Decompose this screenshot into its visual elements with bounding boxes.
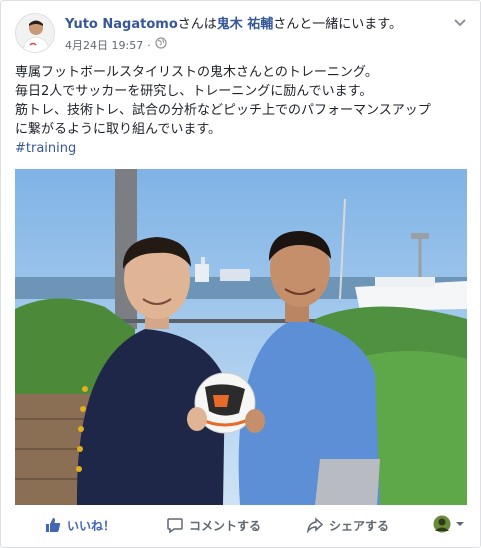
with-suffix: さんと一緒にいます。 — [273, 17, 402, 32]
body-line: に繋がるように取り組んでいます。 — [15, 122, 222, 137]
post-card: Yuto Nagatomoさんは鬼木 祐輔さんと一緒にいます。 4月24日 19… — [0, 0, 481, 548]
with-prefix: さんは — [177, 17, 217, 32]
chevron-down-icon — [456, 522, 464, 526]
share-label: シェアする — [329, 518, 390, 533]
share-icon — [307, 517, 323, 533]
action-bar: いいね！ コメントする シェアする — [15, 509, 470, 541]
post-meta: 4月24日 19:57 · — [65, 37, 167, 54]
body-line: 筋トレ、技術トレ、試合の分析などピッチ上でのパフォーマンスアップ — [15, 103, 431, 118]
author-name[interactable]: Yuto Nagatomo — [65, 17, 178, 32]
thumbs-up-icon — [46, 518, 61, 532]
avatar[interactable] — [15, 13, 55, 53]
post-timestamp[interactable]: 4月24日 19:57 — [65, 38, 143, 54]
comment-icon — [167, 518, 183, 533]
like-label: いいね！ — [67, 518, 116, 533]
globe-icon[interactable] — [155, 37, 167, 54]
author-line: Yuto Nagatomoさんは鬼木 祐輔さんと一緒にいます。 — [65, 16, 402, 34]
post-body: 専属フットボールスタイリストの鬼木さんとのトレーニング。 毎日2人でサッカーを研… — [15, 63, 470, 158]
post-header: Yuto Nagatomoさんは鬼木 祐輔さんと一緒にいます。 4月24日 19… — [15, 13, 470, 57]
comment-button[interactable]: コメントする — [167, 509, 261, 541]
meta-dot: · — [147, 38, 151, 52]
post-photo[interactable] — [15, 169, 467, 505]
body-line: 専属フットボールスタイリストの鬼木さんとのトレーニング。 — [15, 65, 378, 80]
body-line: 毎日2人でサッカーを研究し、トレーニングに励んでいます。 — [15, 84, 373, 99]
share-button[interactable]: シェアする — [307, 509, 389, 541]
reaction-audience-selector[interactable] — [433, 515, 466, 533]
hashtag-link[interactable]: #training — [15, 139, 470, 158]
avatar — [433, 515, 451, 533]
chevron-down-icon[interactable] — [452, 15, 468, 29]
like-button[interactable]: いいね！ — [45, 509, 115, 541]
comment-label: コメントする — [189, 518, 262, 533]
tagged-person[interactable]: 鬼木 祐輔 — [217, 17, 274, 32]
